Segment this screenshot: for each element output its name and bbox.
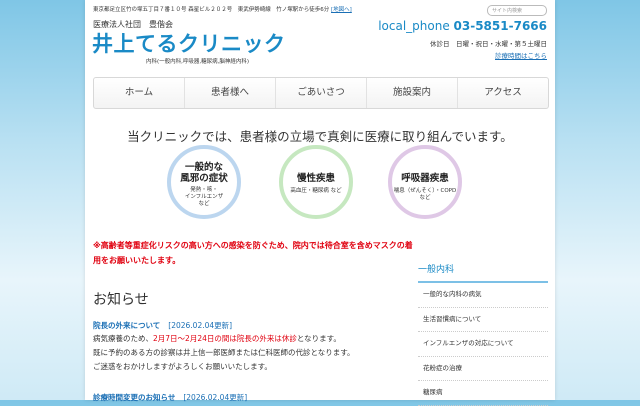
closed-days-text: 休診日 日曜・祝日・水曜・第５土曜日: [430, 40, 547, 48]
nav-item-home[interactable]: ホーム: [94, 78, 185, 108]
phone-icon-label: local_phone: [378, 19, 450, 33]
cold-symptoms-circle[interactable]: 一般的な 風邪の症状 発熱・咳・ インフルエンザ など: [167, 145, 241, 219]
circle-desc-line: インフルエンザ: [184, 194, 224, 200]
circle-title-line: 一般的な: [184, 162, 223, 173]
news-item-link[interactable]: 院長の外来について: [93, 321, 160, 330]
nav-item-patients[interactable]: 患者様へ: [185, 78, 276, 108]
hours-link[interactable]: 診療時間はこちら: [495, 50, 547, 60]
news-item-date: [2026.02.04更新]: [183, 393, 248, 402]
circle-title-line: 呼吸器疾患: [401, 173, 449, 184]
news-body-text: 病気療養のため、: [93, 334, 153, 343]
address-text: 東京都足立区竹の塚五丁目７番１０号 森星ビル２０２号 東武伊勢崎線 竹ノ塚駅から…: [93, 7, 330, 13]
sidebar-item-influenza[interactable]: インフルエンザの対応について: [418, 332, 548, 357]
main-nav: ホーム 患者様へ ごあいさつ 施設案内 アクセス: [93, 77, 549, 109]
phone-block[interactable]: local_phone 03-5851-7666: [378, 19, 547, 33]
page-container: 東京都足立区竹の塚五丁目７番１０号 森星ビル２０２号 東武伊勢崎線 竹ノ塚駅から…: [85, 0, 555, 406]
sidebar-item-general-illness[interactable]: 一般的な内科の病気: [418, 283, 548, 308]
mask-warning: ※高齢者等重症化リスクの高い方への感染を防ぐため、院内では待合室を含めマスクの着…: [93, 241, 413, 265]
site-search-input[interactable]: サイト内検索: [487, 5, 547, 16]
circle-title-line: 慢性疾患: [296, 173, 335, 184]
sidebar: 一般内科 一般的な内科の病気 生活習慣病について インフルエンザの対応について …: [418, 262, 548, 406]
news-item-body: 病気療養のため、2月7日～2月24日の間は院長の外来は休診となります。 既に予約…: [93, 332, 355, 374]
nav-item-access[interactable]: アクセス: [458, 78, 548, 108]
chronic-disease-circle[interactable]: 慢性疾患 高血圧・糖尿病 など: [279, 145, 353, 219]
circle-desc-line: 喘息（ぜんそく）・COPD など: [393, 188, 457, 201]
respiratory-disease-circle[interactable]: 呼吸器疾患 喘息（ぜんそく）・COPD など: [388, 145, 462, 219]
nav-item-greeting[interactable]: ごあいさつ: [276, 78, 367, 108]
clinic-logo-title[interactable]: 井上てるクリニック: [92, 28, 286, 58]
news-item-date: [2026.02.04更新]: [168, 321, 233, 330]
circle-desc-line: など: [198, 201, 210, 207]
map-link[interactable]: [地図へ]: [331, 7, 352, 13]
news-body-line: ご迷惑をおかけしますがよろしくお願いいたします。: [93, 362, 272, 371]
sidebar-item-lifestyle[interactable]: 生活習慣病について: [418, 308, 548, 332]
news-body-line: 病気療養のため、2月7日～2月24日の間は院長の外来は休診となります。: [93, 332, 355, 346]
circle-desc-line: 発熱・咳・: [190, 187, 218, 193]
news-item-title: 診療時間変更のお知らせ [2026.02.04更新]: [93, 392, 247, 403]
sidebar-heading: 一般内科: [418, 262, 548, 283]
circle-desc-line: 高血圧・糖尿病 など: [290, 188, 342, 194]
news-item-link[interactable]: 診療時間変更のお知らせ: [93, 393, 175, 402]
address-line: 東京都足立区竹の塚五丁目７番１０号 森星ビル２０２号 東武伊勢崎線 竹ノ塚駅から…: [93, 5, 352, 13]
news-heading: お知らせ: [93, 292, 149, 308]
sidebar-item-diabetes[interactable]: 糖尿病: [418, 381, 548, 406]
news-item-title: 院長の外来について [2026.02.04更新]: [93, 320, 232, 331]
circle-title-line: 風邪の症状: [180, 173, 228, 184]
news-body-highlight: 2月7日～2月24日の間は院長の外来は休診: [153, 334, 297, 343]
nav-item-facility[interactable]: 施設案内: [367, 78, 458, 108]
phone-number[interactable]: 03-5851-7666: [454, 19, 547, 33]
sidebar-item-hay-fever[interactable]: 花粉症の治療: [418, 357, 548, 381]
specialties-text: 内科(一般内科,呼吸器,糖尿病,脳神経内科): [146, 59, 250, 65]
slogan: 当クリニックでは、患者様の立場で真剣に医療に取り組んでいます。: [127, 129, 513, 144]
news-body-line: 既に予約のある方の診察は井上信一郎医師または仁科医師の代診となります。: [93, 348, 355, 357]
news-body-text: となります。: [296, 334, 341, 343]
